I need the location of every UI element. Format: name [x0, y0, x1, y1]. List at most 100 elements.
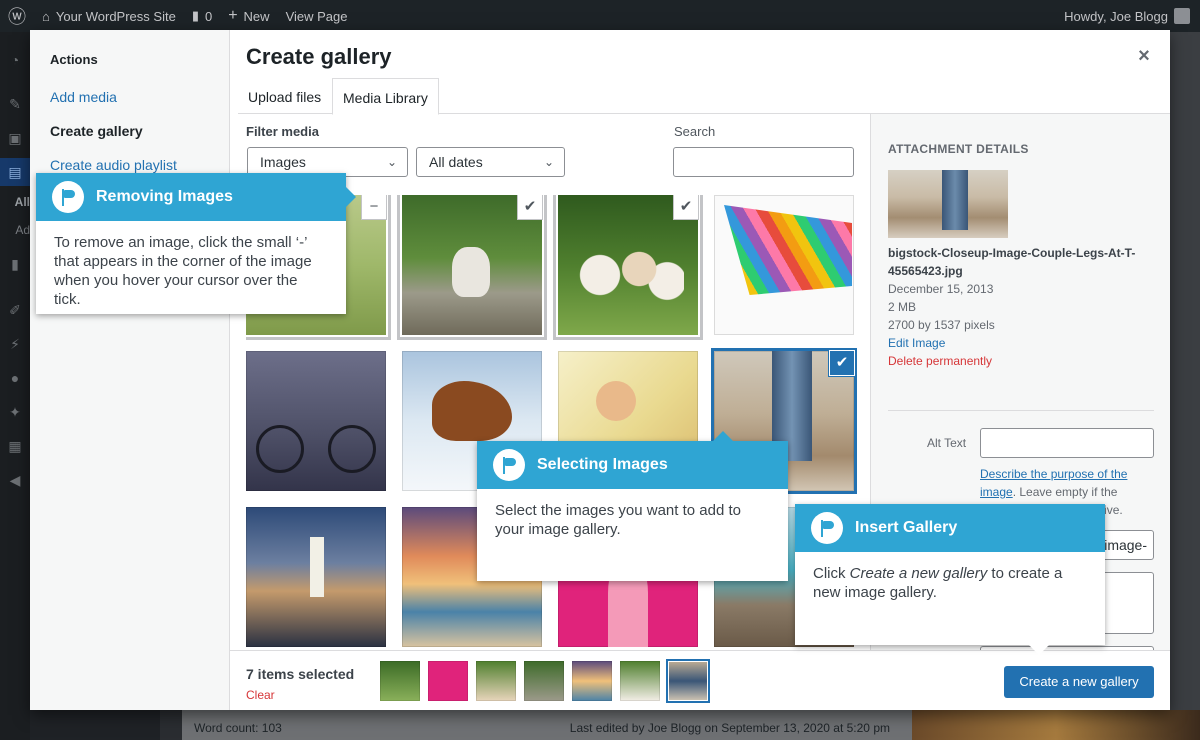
face-shape: [596, 381, 636, 421]
attachment-filename: bigstock-Closeup-Image-Couple-Legs-At-T-…: [888, 246, 1136, 278]
media-menu: Actions Add media Create gallery Create …: [30, 30, 230, 710]
comment-bubble-icon: ▮: [191, 8, 199, 23]
selection-thumb[interactable]: [380, 661, 420, 701]
alt-text-label: Alt Text: [927, 436, 967, 450]
attachment-dimensions: 2700 by 1537 pixels: [888, 318, 995, 332]
router-tabs: Upload files Media Library: [238, 78, 1170, 115]
lighthouse-shape: [310, 537, 324, 597]
remove-icon[interactable]: −: [362, 195, 386, 219]
flag-icon: [52, 181, 84, 213]
comments-link[interactable]: ▮ 0: [184, 0, 220, 32]
chevron-down-icon: ⌄: [543, 155, 554, 169]
plus-icon: +: [228, 7, 238, 24]
media-icon: ▣: [8, 129, 22, 146]
word-count: Word count: 103: [194, 721, 282, 735]
selection-thumb[interactable]: [620, 661, 660, 701]
comments-menu-icon: ▮: [11, 255, 19, 272]
search-label: Search: [674, 124, 716, 139]
page-title: Create gallery: [246, 44, 392, 69]
attachment-details-heading: ATTACHMENT DETAILS: [888, 142, 1029, 156]
flag-icon: [811, 512, 843, 544]
search-input[interactable]: [673, 147, 854, 177]
menu-item-create-gallery[interactable]: Create gallery: [50, 123, 143, 139]
callout-body: Click Create a new gallery to create a n…: [813, 565, 1063, 601]
checkmark-icon[interactable]: ✔: [674, 195, 698, 219]
view-page-link[interactable]: View Page: [278, 0, 356, 32]
wheel-shape: [256, 425, 304, 473]
callout-insert-gallery: Insert Gallery Click Create a new galler…: [795, 504, 1105, 655]
tab-upload-files[interactable]: Upload files: [238, 78, 331, 115]
users-icon: ●: [10, 370, 20, 386]
new-content-link[interactable]: + New: [220, 0, 277, 32]
clear-selection-link[interactable]: Clear: [246, 688, 275, 702]
horse-shape: [432, 381, 512, 441]
selection-thumb[interactable]: [428, 661, 468, 701]
menu-item-create-audio-playlist[interactable]: Create audio playlist: [50, 157, 177, 173]
callout-pointer: [1029, 645, 1049, 655]
tools-icon: ✦: [9, 403, 21, 420]
attachment-kitten[interactable]: ✔: [402, 195, 542, 335]
attachment-puppies[interactable]: ✔: [558, 195, 698, 335]
collapse-icon: ◀: [9, 471, 21, 488]
chevron-down-icon: ⌄: [386, 155, 397, 169]
plugins-icon: ⚡: [10, 335, 20, 352]
create-new-gallery-button[interactable]: Create a new gallery: [1004, 666, 1154, 698]
pencils-shape: [724, 205, 852, 295]
settings-icon: ▦: [8, 437, 22, 454]
selection-count: 7 items selected: [246, 666, 355, 682]
checkmark-icon[interactable]: ✔: [518, 195, 542, 219]
flag-icon: [493, 449, 525, 481]
menu-add-label: Ad: [15, 223, 30, 237]
wheel-shape: [328, 425, 376, 473]
attachment-pencils[interactable]: [714, 195, 854, 335]
tab-media-library[interactable]: Media Library: [332, 78, 439, 115]
close-icon[interactable]: ×: [1134, 46, 1154, 66]
attachment-bicycle[interactable]: [246, 351, 386, 491]
admin-menu: ◔ ✎ ▣ ▤ All Ad ▮ ✐ ⚡ ● ✦ ▦ ◀: [0, 32, 30, 740]
selection-thumb[interactable]: [476, 661, 516, 701]
callout-removing-images: Removing Images To remove an image, clic…: [36, 173, 356, 314]
my-account-link[interactable]: Howdy, Joe Blogg: [1064, 8, 1200, 24]
filter-media-label: Filter media: [246, 124, 319, 139]
selection-thumb-current[interactable]: [666, 659, 710, 703]
home-icon: ⌂: [42, 8, 50, 24]
avatar: [1174, 8, 1190, 24]
featured-image-preview: [912, 710, 1200, 740]
editor-background: [1170, 32, 1200, 740]
callout-pointer: [346, 187, 356, 207]
puppies-shape: [572, 245, 684, 305]
checkmark-icon[interactable]: ✔: [830, 351, 854, 375]
callout-body: To remove an image, click the small ‘-’ …: [54, 234, 312, 308]
actions-heading: Actions: [50, 52, 98, 67]
callout-selecting-images: Selecting Images Select the images you w…: [477, 431, 788, 581]
menu-all-label: All: [14, 195, 30, 209]
menu-item-add-media[interactable]: Add media: [50, 89, 117, 105]
selection-thumb[interactable]: [572, 661, 612, 701]
admin-bar: ⓦ ⌂ Your WordPress Site ▮ 0 + New View P…: [0, 0, 1200, 32]
divider: [888, 410, 1154, 411]
callout-header: Insert Gallery: [795, 504, 1105, 552]
callout-body: Select the images you want to add to you…: [495, 502, 741, 538]
appearance-icon: ✐: [9, 301, 21, 318]
callout-pointer: [713, 431, 733, 441]
last-edited: Last edited by Joe Blogg on September 13…: [569, 721, 890, 735]
site-name-link[interactable]: ⌂ Your WordPress Site: [34, 0, 184, 32]
attachment-size: 2 MB: [888, 300, 917, 314]
edit-image-link[interactable]: Edit Image: [888, 336, 945, 350]
pages-icon: ▤: [0, 158, 30, 186]
attachment-lighthouse[interactable]: [246, 507, 386, 647]
editor-footer: Word count: 103 Last edited by Joe Blogg…: [160, 710, 1200, 740]
media-toolbar: 7 items selected Clear Create a new gall…: [230, 650, 1170, 710]
kitten-shape: [452, 247, 490, 297]
delete-permanently-link[interactable]: Delete permanently: [888, 354, 992, 368]
alt-text-field[interactable]: [980, 428, 1154, 458]
date-select[interactable]: All dates ⌄: [416, 147, 565, 177]
callout-header: Removing Images: [36, 173, 356, 221]
pin-icon: ✎: [9, 95, 21, 112]
word-count-bar: Word count: 103 Last edited by Joe Blogg…: [182, 710, 912, 740]
selection-thumb[interactable]: [524, 661, 564, 701]
callout-header: Selecting Images: [477, 431, 788, 489]
attachment-date: December 15, 2013: [888, 282, 994, 296]
dashboard-icon: ◔: [10, 52, 20, 68]
wordpress-logo-icon[interactable]: ⓦ: [0, 0, 34, 32]
